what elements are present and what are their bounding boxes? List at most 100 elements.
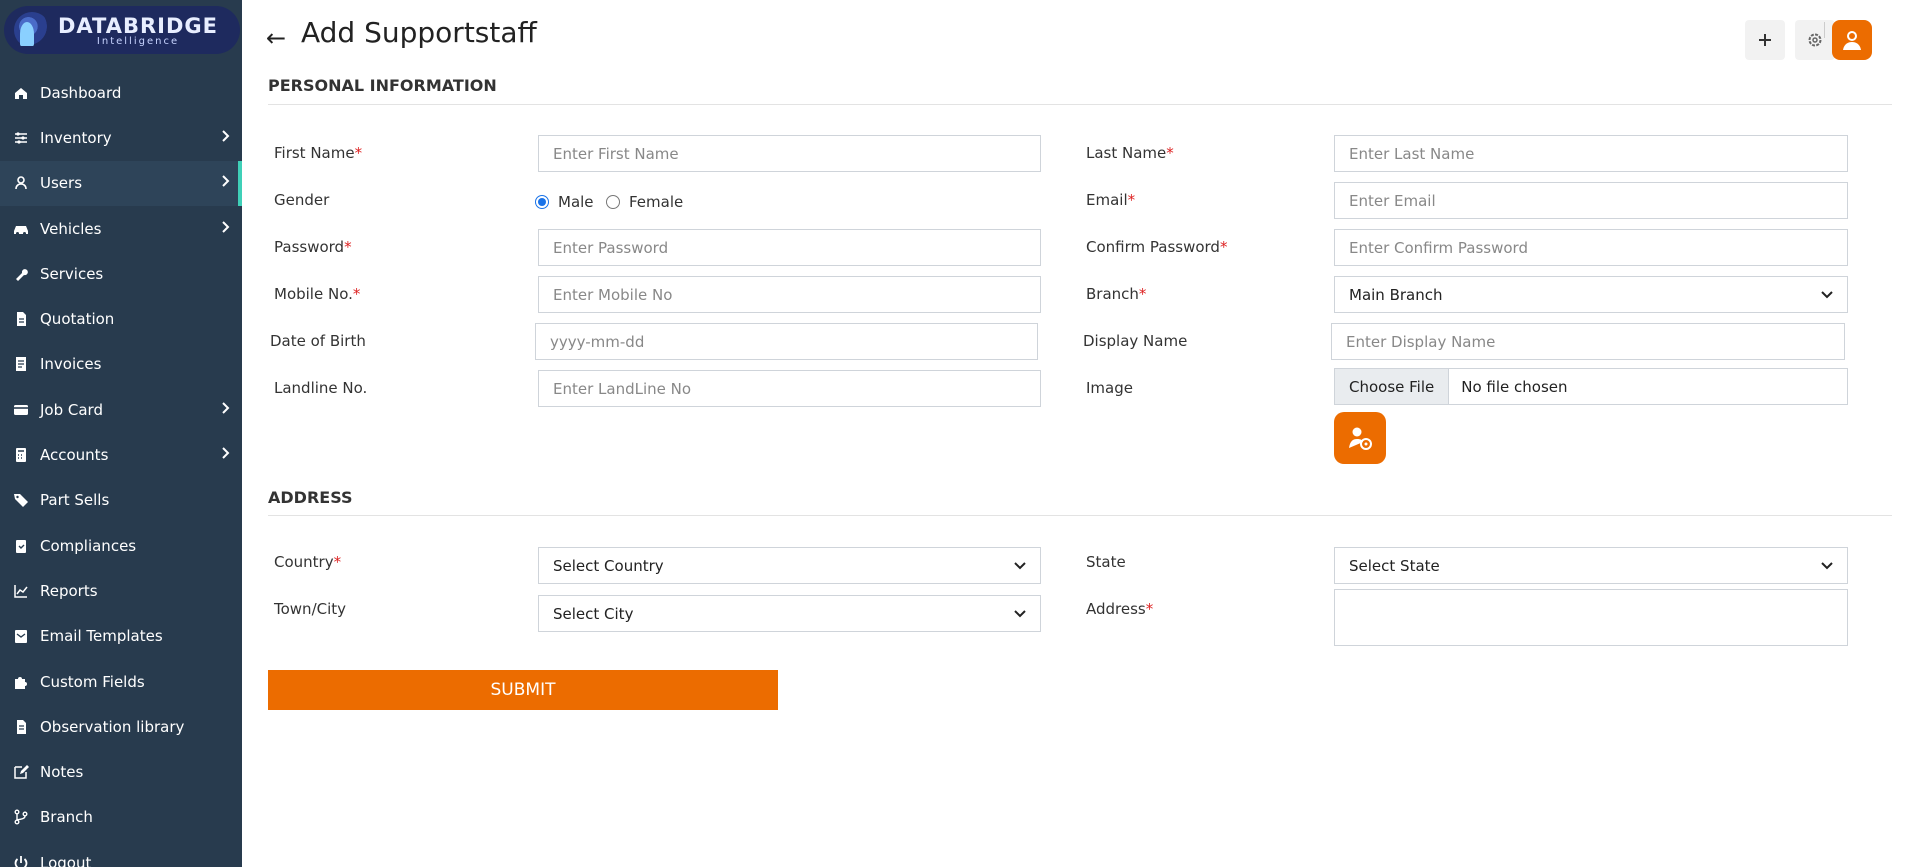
gear-icon (1808, 33, 1822, 47)
sidebar-item-part-sells[interactable]: Part Sells (0, 478, 242, 523)
file-status: No file chosen (1461, 377, 1568, 396)
logo[interactable]: DATABRIDGE Intelligence (4, 6, 240, 54)
image-label: Image (1086, 379, 1133, 397)
sidebar-item-logout[interactable]: Logout (0, 840, 242, 867)
main-content: ← Add Supportstaff PERSONAL INFORMATION … (242, 0, 1918, 867)
calculator-icon (13, 447, 29, 463)
section-address-title: ADDRESS (268, 488, 353, 507)
sidebar-item-label: Inventory (40, 128, 112, 147)
sidebar-item-invoices[interactable]: Invoices (0, 342, 242, 387)
last-name-input[interactable]: Enter Last Name (1334, 135, 1848, 172)
gender-female-radio[interactable]: Female (606, 193, 683, 211)
sliders-icon (13, 130, 29, 146)
add-button[interactable] (1745, 20, 1785, 60)
email-input[interactable]: Enter Email (1334, 182, 1848, 219)
sidebar-item-label: Invoices (40, 355, 102, 374)
logo-name: DATABRIDGE (58, 13, 219, 38)
sidebar-item-label: Quotation (40, 310, 115, 329)
sidebar-item-services[interactable]: Services (0, 251, 242, 296)
image-preview-button[interactable] (1334, 412, 1386, 464)
branch-select-value: Main Branch (1349, 285, 1443, 304)
submit-button[interactable]: SUBMIT (268, 670, 778, 710)
mobile-label: Mobile No.* (274, 285, 361, 303)
clipboard-icon (13, 538, 29, 554)
plus-icon (1759, 34, 1771, 46)
sidebar-item-label: Logout (40, 853, 92, 867)
address-textarea[interactable] (1334, 589, 1848, 646)
car-icon (13, 221, 29, 237)
gender-label: Gender (274, 191, 330, 209)
sidebar-item-email-templates[interactable]: Email Templates (0, 614, 242, 659)
sidebar-item-accounts[interactable]: Accounts (0, 432, 242, 477)
gender-male-label: Male (558, 193, 594, 211)
profile-avatar[interactable] (1832, 20, 1872, 60)
gender-female-label: Female (629, 193, 684, 211)
sidebar-item-job-card[interactable]: Job Card (0, 387, 242, 432)
confirm-password-input[interactable]: Enter Confirm Password (1334, 229, 1848, 266)
wrench-icon (13, 266, 29, 282)
edit-icon (13, 764, 29, 780)
mobile-input[interactable]: Enter Mobile No (538, 276, 1041, 313)
sidebar-nav: Dashboard Inventory Users Vehicles Services Q… (0, 70, 242, 867)
city-select-value: Select City (553, 604, 634, 623)
dob-input[interactable]: yyyy-mm-dd (535, 323, 1038, 360)
branch-select[interactable]: Main Branch (1334, 276, 1848, 313)
chevron-right-icon (222, 447, 230, 463)
city-label: Town/City (274, 600, 347, 618)
chevron-down-icon (1821, 290, 1833, 298)
sidebar-item-label: Vehicles (40, 219, 102, 238)
chevron-right-icon (222, 220, 230, 237)
chevron-right-icon (222, 402, 230, 418)
first-name-input[interactable]: Enter First Name (538, 135, 1041, 172)
landline-input[interactable]: Enter LandLine No (538, 370, 1041, 407)
sidebar-item-inventory[interactable]: Inventory (0, 115, 242, 160)
sidebar-item-compliances[interactable]: Compliances (0, 523, 242, 568)
sidebar-item-label: Custom Fields (40, 672, 145, 691)
branch-label: Branch* (1086, 285, 1147, 303)
last-name-label: Last Name* (1086, 144, 1174, 162)
section-personal-title: PERSONAL INFORMATION (268, 76, 497, 95)
sidebar-item-reports[interactable]: Reports (0, 568, 242, 613)
user-icon (13, 175, 29, 191)
sidebar-item-custom-fields[interactable]: Custom Fields (0, 659, 242, 704)
sidebar-item-users[interactable]: Users (0, 160, 242, 207)
sidebar-item-label: Branch (40, 808, 93, 827)
sidebar-item-label: Job Card (40, 400, 103, 419)
sidebar-item-quotation[interactable]: Quotation (0, 296, 242, 341)
settings-button[interactable] (1795, 20, 1835, 60)
password-input[interactable]: Enter Password (538, 229, 1041, 266)
sidebar-item-observation-library[interactable]: Observation library (0, 704, 242, 749)
sidebar-item-label: Compliances (40, 536, 137, 555)
display-name-input[interactable]: Enter Display Name (1331, 323, 1845, 360)
state-select[interactable]: Select State (1334, 547, 1848, 584)
tag-icon (13, 492, 29, 508)
card-icon (13, 402, 29, 418)
address-label: Address* (1086, 600, 1154, 618)
country-label: Country* (274, 553, 342, 571)
file-icon (13, 719, 29, 735)
sidebar-item-branch[interactable]: Branch (0, 795, 242, 840)
sidebar-item-notes[interactable]: Notes (0, 749, 242, 794)
user-avatar-icon (1843, 31, 1861, 50)
sidebar-item-dashboard[interactable]: Dashboard (0, 70, 242, 115)
chevron-right-icon (222, 130, 230, 146)
sidebar-item-vehicles[interactable]: Vehicles (0, 206, 242, 251)
puzzle-icon (13, 674, 29, 690)
divider (268, 515, 1892, 516)
divider (268, 104, 1892, 105)
choose-file-button[interactable]: Choose File (1335, 369, 1450, 404)
gender-male-radio[interactable]: Male (535, 193, 594, 211)
city-select[interactable]: Select City (538, 595, 1041, 632)
country-select[interactable]: Select Country (538, 547, 1041, 584)
sidebar-item-label: Accounts (40, 446, 109, 465)
first-name-label: First Name* (274, 144, 363, 162)
image-file-input[interactable]: Choose File No file chosen (1334, 368, 1848, 405)
toolbar-divider (1824, 22, 1825, 38)
back-arrow-icon[interactable]: ← (266, 24, 286, 52)
email-label: Email* (1086, 191, 1136, 209)
sidebar-item-label: Dashboard (40, 83, 122, 102)
invoice-icon (13, 356, 29, 372)
email-icon (13, 628, 29, 644)
confirm-password-label: Confirm Password* (1086, 238, 1228, 256)
radio-selected-icon (535, 195, 549, 209)
